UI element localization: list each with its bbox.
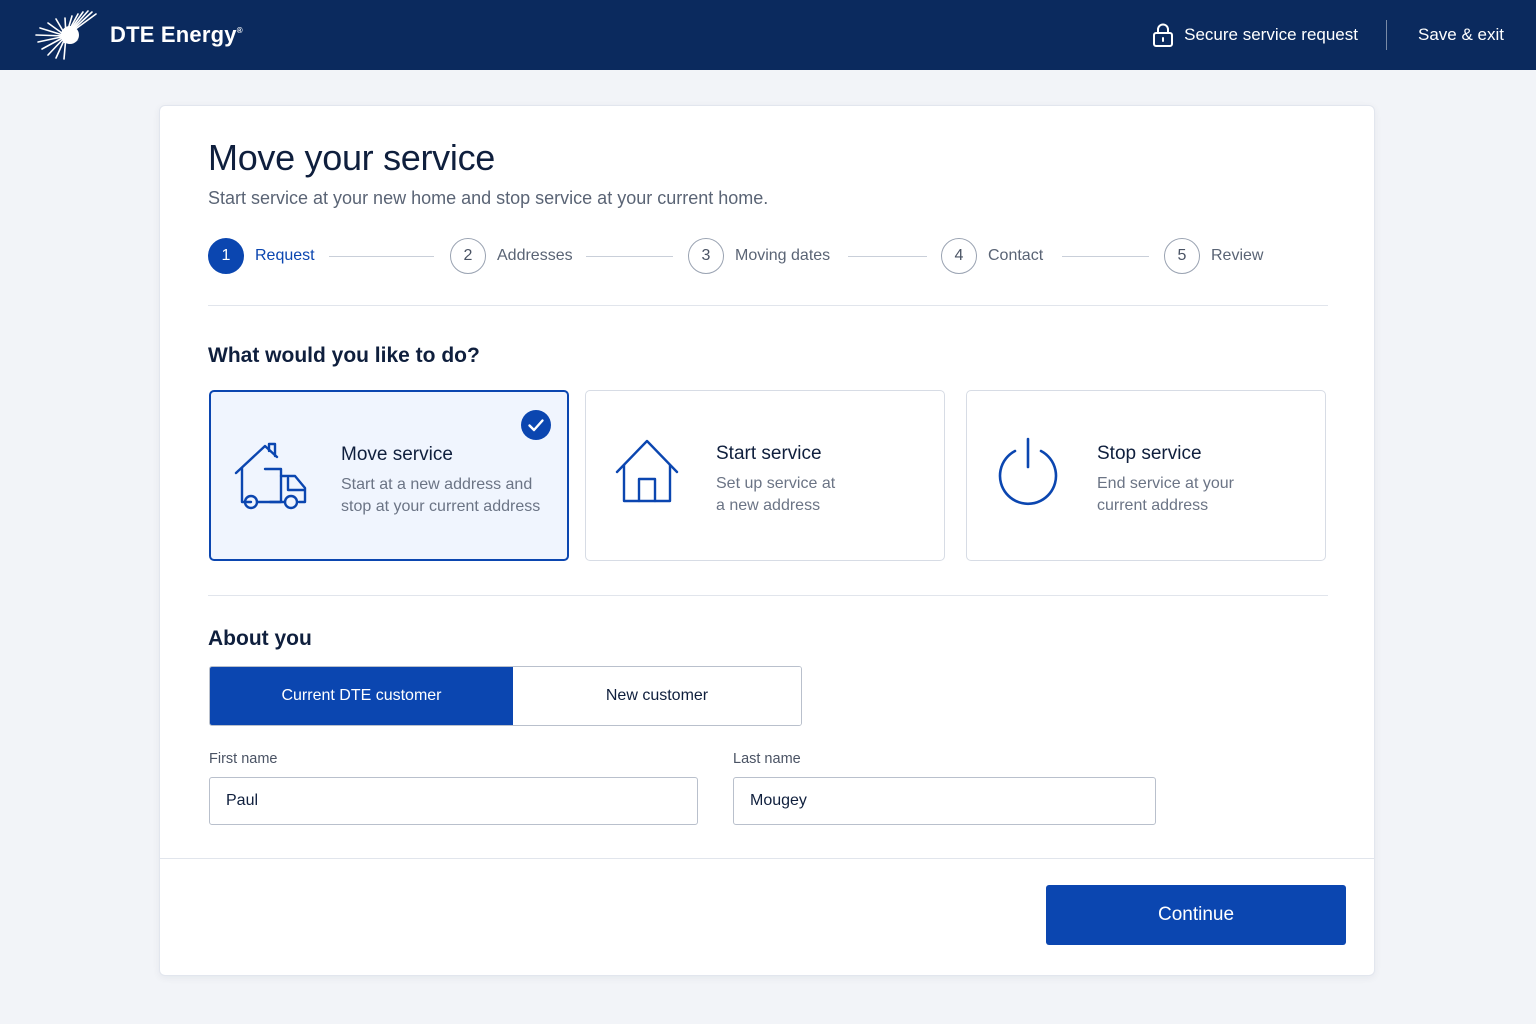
current-customer-toggle[interactable]: Current DTE customer	[210, 667, 513, 725]
option-title: Stop service	[1097, 443, 1202, 464]
power-icon	[998, 437, 1058, 506]
save-exit-link[interactable]: Save & exit	[1418, 25, 1504, 45]
step-request[interactable]: 1 Request	[208, 238, 315, 274]
option-start-service[interactable]: Start service Set up service at a new ad…	[585, 390, 945, 561]
option-description: Start at a new address and stop at your …	[341, 476, 541, 515]
footer-divider	[160, 858, 1374, 859]
lock-icon	[1153, 23, 1174, 47]
dte-sunburst-logo-icon	[35, 10, 97, 60]
step-connector	[1062, 256, 1149, 257]
about-you-heading: About you	[208, 627, 312, 650]
option-title: Move service	[341, 444, 453, 465]
continue-button[interactable]: Continue	[1046, 885, 1346, 945]
step-contact[interactable]: 4 Contact	[941, 238, 1043, 274]
dte-logo[interactable]: DTE Energy®	[34, 10, 243, 60]
step-number: 1	[208, 238, 244, 274]
secure-request-label: Secure service request	[1184, 25, 1358, 44]
step-number: 5	[1164, 238, 1200, 274]
step-addresses[interactable]: 2 Addresses	[450, 238, 573, 274]
step-review[interactable]: 5 Review	[1164, 238, 1263, 274]
header-divider	[1386, 20, 1387, 50]
first-name-label: First name	[209, 751, 278, 767]
option-description: Set up service at a new address	[716, 475, 836, 514]
step-moving-dates[interactable]: 3 Moving dates	[688, 238, 830, 274]
option-move-service[interactable]: Move service Start at a new address and …	[209, 390, 569, 561]
step-connector	[848, 256, 927, 257]
house-truck-icon	[234, 442, 307, 510]
page-title: Move your service	[208, 137, 495, 178]
section-divider	[208, 595, 1328, 596]
step-number: 4	[941, 238, 977, 274]
last-name-label: Last name	[733, 751, 801, 767]
last-name-field[interactable]	[733, 777, 1156, 825]
new-customer-toggle[interactable]: New customer	[513, 667, 801, 725]
brand-name: DTE Energy®	[110, 22, 243, 47]
move-service-form-card: Move your service Start service at your …	[159, 105, 1375, 976]
step-label: Moving dates	[735, 247, 831, 264]
request-question: What would you like to do?	[208, 344, 480, 367]
house-icon	[615, 439, 679, 503]
step-label: Addresses	[497, 247, 573, 264]
top-header: DTE Energy® Secure service request Save …	[0, 0, 1536, 70]
secure-request-indicator: Secure service request	[1152, 22, 1358, 48]
first-name-field[interactable]	[209, 777, 698, 825]
step-connector	[586, 256, 673, 257]
page-subtitle: Start service at your new home and stop …	[208, 188, 769, 208]
customer-type-toggle: Current DTE customer New customer	[209, 666, 802, 726]
step-connector	[329, 256, 434, 257]
step-number: 3	[688, 238, 724, 274]
option-title: Start service	[716, 443, 822, 464]
section-divider	[208, 305, 1328, 306]
selected-check-icon	[521, 410, 551, 440]
option-stop-service[interactable]: Stop service End service at your current…	[966, 390, 1326, 561]
step-label: Request	[255, 247, 315, 264]
step-label: Contact	[988, 247, 1044, 264]
option-description: End service at your current address	[1097, 475, 1234, 514]
step-label: Review	[1211, 247, 1264, 264]
step-number: 2	[450, 238, 486, 274]
progress-stepper: 1 Request 2 Addresses 3 Moving dates 4 C…	[208, 238, 1328, 276]
